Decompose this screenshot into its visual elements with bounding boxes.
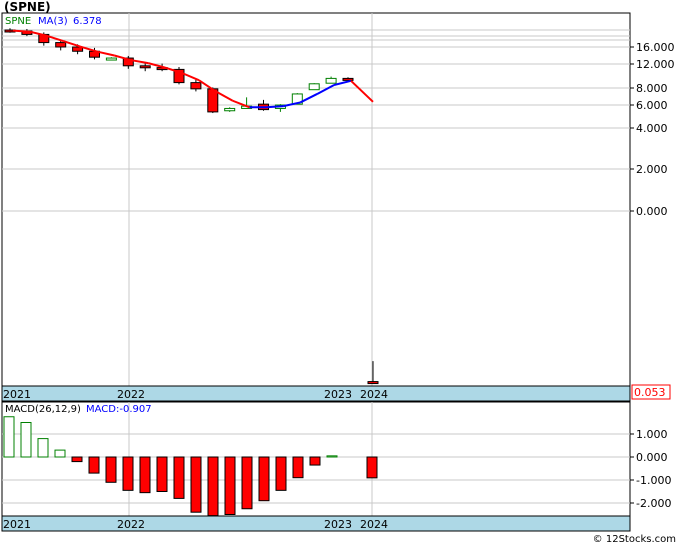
- macd-bar: [292, 456, 304, 479]
- price-tick-label: 16.000: [636, 41, 675, 54]
- chart-root: 16.000 12.000 8.000 6.000 4.000 2.000 0.000 1.0…: [0, 0, 680, 546]
- chart-title: (SPNE): [4, 0, 51, 14]
- price-tick-label: 8.000: [636, 82, 668, 95]
- last-value-label: 0.053: [634, 386, 666, 399]
- macd-bar: [3, 416, 15, 458]
- candle-body: [308, 83, 320, 91]
- candle-body: [224, 107, 236, 112]
- macd-legend-label: MACD(26,12,9): [5, 404, 81, 415]
- macd-bar: [20, 422, 32, 458]
- macd-tick-label: 1.000: [636, 428, 668, 441]
- macd-bar: [366, 456, 378, 479]
- macd-bar: [309, 456, 321, 466]
- macd-bar: [122, 456, 134, 491]
- price-tick-label: 6.000: [636, 99, 668, 112]
- macd-bar: [190, 456, 202, 513]
- macd-bar: [156, 456, 168, 492]
- macd-date-bar: [1, 515, 631, 532]
- candle-body: [325, 77, 337, 84]
- candle-body: [190, 82, 202, 90]
- price-tick-label: 2.000: [636, 163, 668, 176]
- macd-bar: [105, 456, 117, 483]
- macd-bar: [224, 456, 236, 515]
- price-legend-ma-value: 6.378: [73, 16, 102, 27]
- candle-body: [139, 65, 151, 69]
- macd-bar: [241, 456, 253, 510]
- macd-x-label: 2023: [324, 518, 352, 531]
- price-date-bar: [1, 385, 631, 402]
- price-tick-label: 4.000: [636, 122, 668, 135]
- macd-bar: [275, 456, 287, 491]
- candle-body: [105, 57, 117, 61]
- macd-x-label: 2024: [360, 518, 388, 531]
- macd-x-label: 2022: [117, 518, 145, 531]
- macd-bar: [173, 456, 185, 499]
- price-panel-frame: [1, 12, 631, 387]
- chart-svg: 16.000 12.000 8.000 6.000 4.000 2.000 0.000 1.0…: [1, 12, 675, 532]
- macd-bar: [54, 449, 66, 458]
- macd-bar: [258, 456, 270, 502]
- price-x-label: 2022: [117, 388, 145, 401]
- macd-bar: [37, 438, 49, 458]
- macd-x-label: 2021: [3, 518, 31, 531]
- footer-credit: © 12Stocks.com: [592, 534, 676, 545]
- macd-bar: [88, 456, 100, 474]
- candle-body: [55, 42, 67, 48]
- price-legend-ma-label: MA(3): [38, 16, 68, 27]
- price-tick-label: 12.000: [636, 58, 675, 71]
- macd-bar: [326, 455, 338, 458]
- ma-line-segment: [266, 105, 284, 109]
- macd-bar: [71, 456, 83, 463]
- price-tick-label: 0.000: [636, 205, 668, 218]
- price-x-label: 2021: [3, 388, 31, 401]
- candle-body: [342, 77, 354, 81]
- macd-bar: [139, 456, 151, 494]
- price-x-label: 2024: [360, 388, 388, 401]
- candle-body: [367, 381, 379, 385]
- macd-tick-label: -1.000: [636, 474, 671, 487]
- price-x-label: 2023: [324, 388, 352, 401]
- macd-bar: [207, 456, 219, 517]
- price-legend-symbol: SPNE: [5, 16, 31, 27]
- macd-legend-value: MACD:-0.907: [86, 404, 152, 415]
- macd-tick-label: -2.000: [636, 497, 671, 510]
- ma-line-segment: [12, 29, 30, 33]
- macd-tick-label: 0.000: [636, 451, 668, 464]
